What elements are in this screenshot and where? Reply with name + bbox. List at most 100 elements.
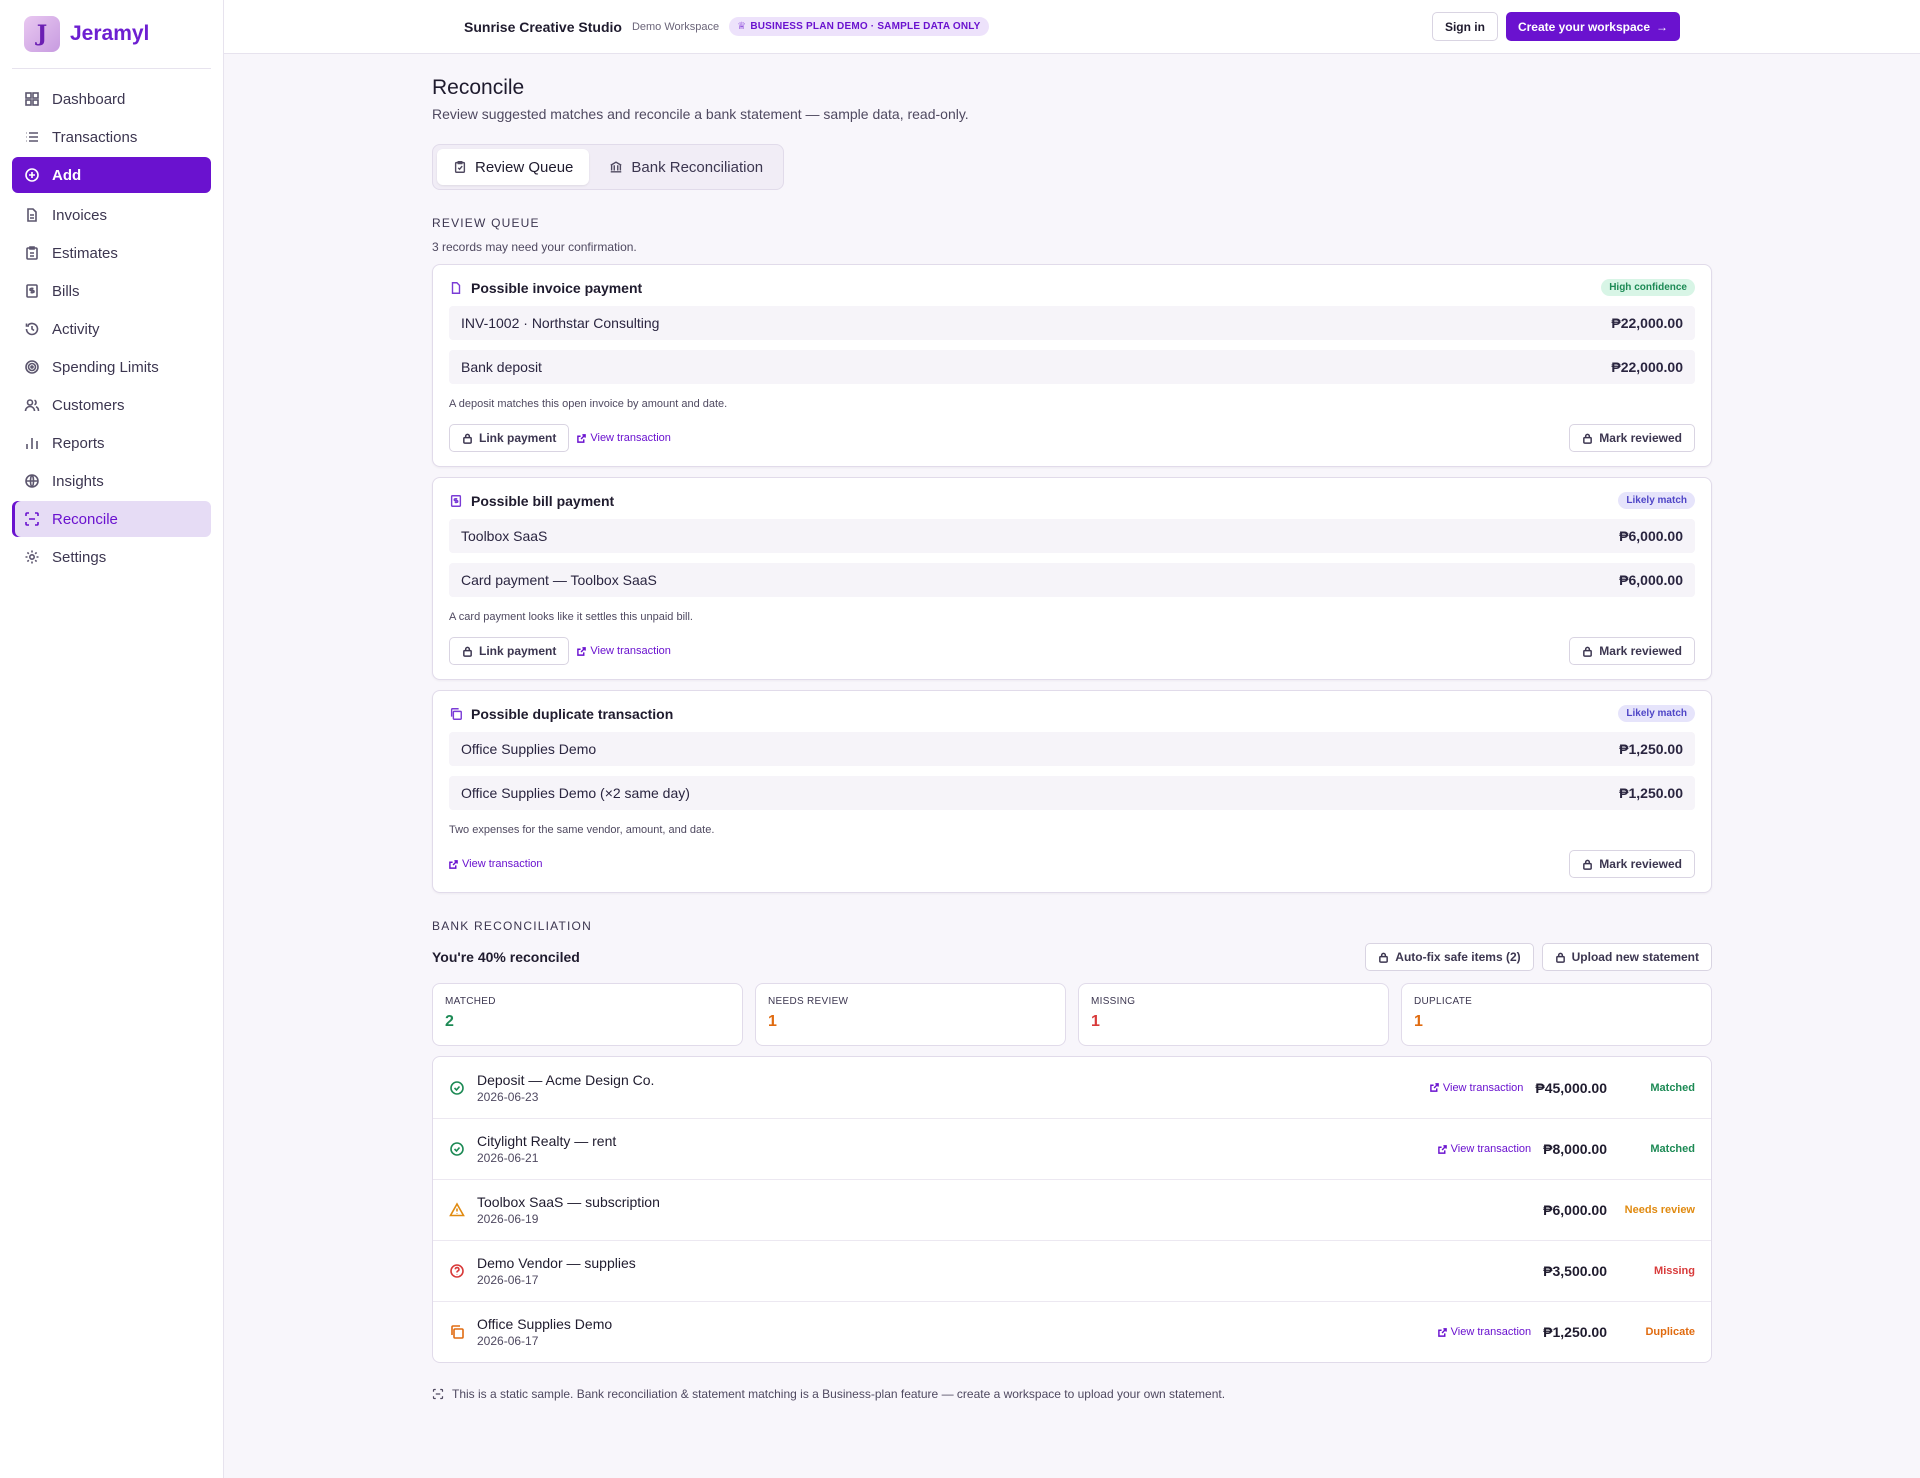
match-label: Bank deposit: [461, 359, 542, 375]
receipt-icon: [450, 494, 462, 507]
plan-badge: ♕ BUSINESS PLAN DEMO · SAMPLE DATA ONLY: [729, 17, 989, 36]
scan-icon: [25, 512, 39, 526]
reconciled-progress: You're 40% reconciled: [432, 949, 580, 965]
stat-value: 1: [1414, 1013, 1423, 1030]
recon-desc: Toolbox SaaS — subscription: [477, 1194, 660, 1210]
link-payment-button[interactable]: Link payment: [449, 637, 570, 665]
external-link-icon: [577, 646, 587, 656]
auto-fix-button[interactable]: Auto-fix safe items (2): [1365, 943, 1534, 971]
card-note: A deposit matches this open invoice by a…: [449, 398, 728, 410]
match-row: INV-1002 · Northstar Consulting ₱22,000.…: [449, 306, 1695, 340]
tab-review-queue[interactable]: Review Queue: [437, 149, 590, 185]
confidence-badge: Likely match: [1618, 492, 1695, 509]
recon-status: Needs review: [1624, 1204, 1695, 1216]
view-transaction-link[interactable]: View transaction: [1437, 1326, 1531, 1338]
sidebar-item-label: Invoices: [52, 206, 108, 224]
sidebar-item-spending-limits[interactable]: Spending Limits: [12, 349, 211, 385]
footnote-text: This is a static sample. Bank reconcilia…: [452, 1387, 1226, 1401]
lock-icon: [1583, 433, 1593, 444]
sidebar-item-dashboard[interactable]: Dashboard: [12, 81, 211, 117]
link-label: View transaction: [1442, 1081, 1524, 1094]
grid-icon: [25, 92, 39, 106]
stat-label: DUPLICATE: [1414, 996, 1473, 1007]
recon-amount: ₱3,500.00: [1543, 1263, 1607, 1279]
brand[interactable]: J Jeramyl: [12, 0, 211, 69]
stat-value: 2: [445, 1013, 454, 1030]
sidebar-item-reports[interactable]: Reports: [12, 425, 211, 461]
recon-row: Deposit — Acme Design Co. 2026-06-23 Vie…: [433, 1057, 1711, 1118]
link-label: View transaction: [1450, 1143, 1532, 1155]
recon-date: 2026-06-17: [477, 1334, 539, 1348]
bar-chart-icon: [26, 438, 38, 449]
lock-icon: [1379, 952, 1389, 963]
recon-amount: ₱6,000.00: [1543, 1202, 1607, 1218]
sidebar-item-label: Transactions: [52, 128, 138, 146]
external-link-icon: [1437, 1144, 1447, 1154]
match-amount: ₱1,250.00: [1619, 785, 1683, 801]
review-queue-sub: 3 records may need your confirmation.: [432, 240, 637, 254]
plan-badge-label: BUSINESS PLAN DEMO · SAMPLE DATA ONLY: [750, 21, 981, 32]
sign-in-button[interactable]: Sign in: [1431, 12, 1498, 41]
button-label: Mark reviewed: [1599, 857, 1682, 871]
check-circle-icon: [450, 1080, 464, 1095]
sidebar-item-customers[interactable]: Customers: [12, 387, 211, 423]
match-label: Card payment — Toolbox SaaS: [461, 572, 657, 588]
match-amount: ₱6,000.00: [1619, 528, 1683, 544]
main: Sunrise Creative Studio Demo Workspace ♕…: [224, 0, 1920, 1478]
clipboard-icon: [26, 246, 38, 260]
globe-icon: [25, 474, 39, 488]
stat-matched: MATCHED 2: [432, 983, 743, 1046]
recon-desc: Deposit — Acme Design Co.: [477, 1071, 655, 1088]
stat-value: 1: [1091, 1013, 1100, 1030]
view-transaction-link[interactable]: View transaction: [1430, 1081, 1524, 1094]
stat-missing: MISSING 1: [1078, 983, 1389, 1046]
tab-bank-reconciliation[interactable]: Bank Reconciliation: [593, 149, 779, 185]
mark-reviewed-button[interactable]: Mark reviewed: [1569, 850, 1695, 878]
match-label: Office Supplies Demo: [461, 741, 597, 757]
upload-statement-button[interactable]: Upload new statement: [1541, 943, 1712, 971]
sidebar-item-reconcile[interactable]: Reconcile: [12, 501, 211, 537]
sidebar-item-invoices[interactable]: Invoices: [12, 197, 211, 233]
create-workspace-label: Create your workspace: [1517, 19, 1650, 34]
gear-icon: [25, 550, 39, 564]
crown-icon: ♕: [737, 21, 747, 32]
sidebar-item-estimates[interactable]: Estimates: [12, 235, 211, 271]
match-label: INV-1002 · Northstar Consulting: [461, 315, 660, 331]
stat-needs-review: NEEDS REVIEW 1: [755, 983, 1066, 1046]
link-payment-button[interactable]: Link payment: [449, 424, 570, 452]
sidebar-item-activity[interactable]: Activity: [12, 311, 211, 347]
stat-label: MATCHED: [445, 996, 496, 1007]
recon-status: Matched: [1650, 1081, 1695, 1094]
button-label: Link payment: [479, 644, 557, 658]
card-note: A card payment looks like it settles thi…: [449, 611, 693, 623]
confidence-badge: Likely match: [1618, 705, 1695, 722]
recon-date: 2026-06-17: [477, 1273, 539, 1287]
sidebar-item-add[interactable]: Add: [12, 157, 211, 193]
view-transaction-link[interactable]: View transaction: [577, 432, 671, 444]
check-circle-icon: [450, 1142, 464, 1156]
warning-icon: [449, 1202, 465, 1217]
lock-icon: [1583, 646, 1593, 657]
match-amount: ₱22,000.00: [1611, 359, 1683, 375]
sidebar-item-insights[interactable]: Insights: [12, 463, 211, 499]
sidebar-item-bills[interactable]: Bills: [12, 273, 211, 309]
external-link-icon: [1437, 1327, 1447, 1337]
view-transaction-link[interactable]: View transaction: [577, 645, 671, 657]
sidebar-item-transactions[interactable]: Transactions: [12, 119, 211, 155]
mark-reviewed-button[interactable]: Mark reviewed: [1569, 637, 1695, 665]
arrow-right-icon: →: [1656, 19, 1668, 34]
view-transaction-link[interactable]: View transaction: [1437, 1143, 1532, 1155]
card-note: Two expenses for the same vendor, amount…: [449, 824, 715, 836]
sidebar-item-label: Insights: [52, 472, 104, 490]
brand-logo: J: [24, 16, 60, 52]
stat-duplicate: DUPLICATE 1: [1401, 983, 1712, 1046]
sidebar-item-settings[interactable]: Settings: [12, 539, 211, 575]
external-link-icon: [577, 433, 587, 443]
recon-desc: Citylight Realty — rent: [477, 1133, 617, 1149]
match-label: Office Supplies Demo (×2 same day): [461, 785, 690, 801]
review-card: Possible duplicate transaction Likely ma…: [432, 690, 1712, 893]
create-workspace-button[interactable]: Create your workspace →: [1505, 12, 1680, 41]
view-transaction-link[interactable]: View transaction: [449, 858, 543, 870]
mark-reviewed-button[interactable]: Mark reviewed: [1569, 424, 1695, 452]
content: Reconcile Review suggested matches and r…: [224, 54, 1920, 1401]
